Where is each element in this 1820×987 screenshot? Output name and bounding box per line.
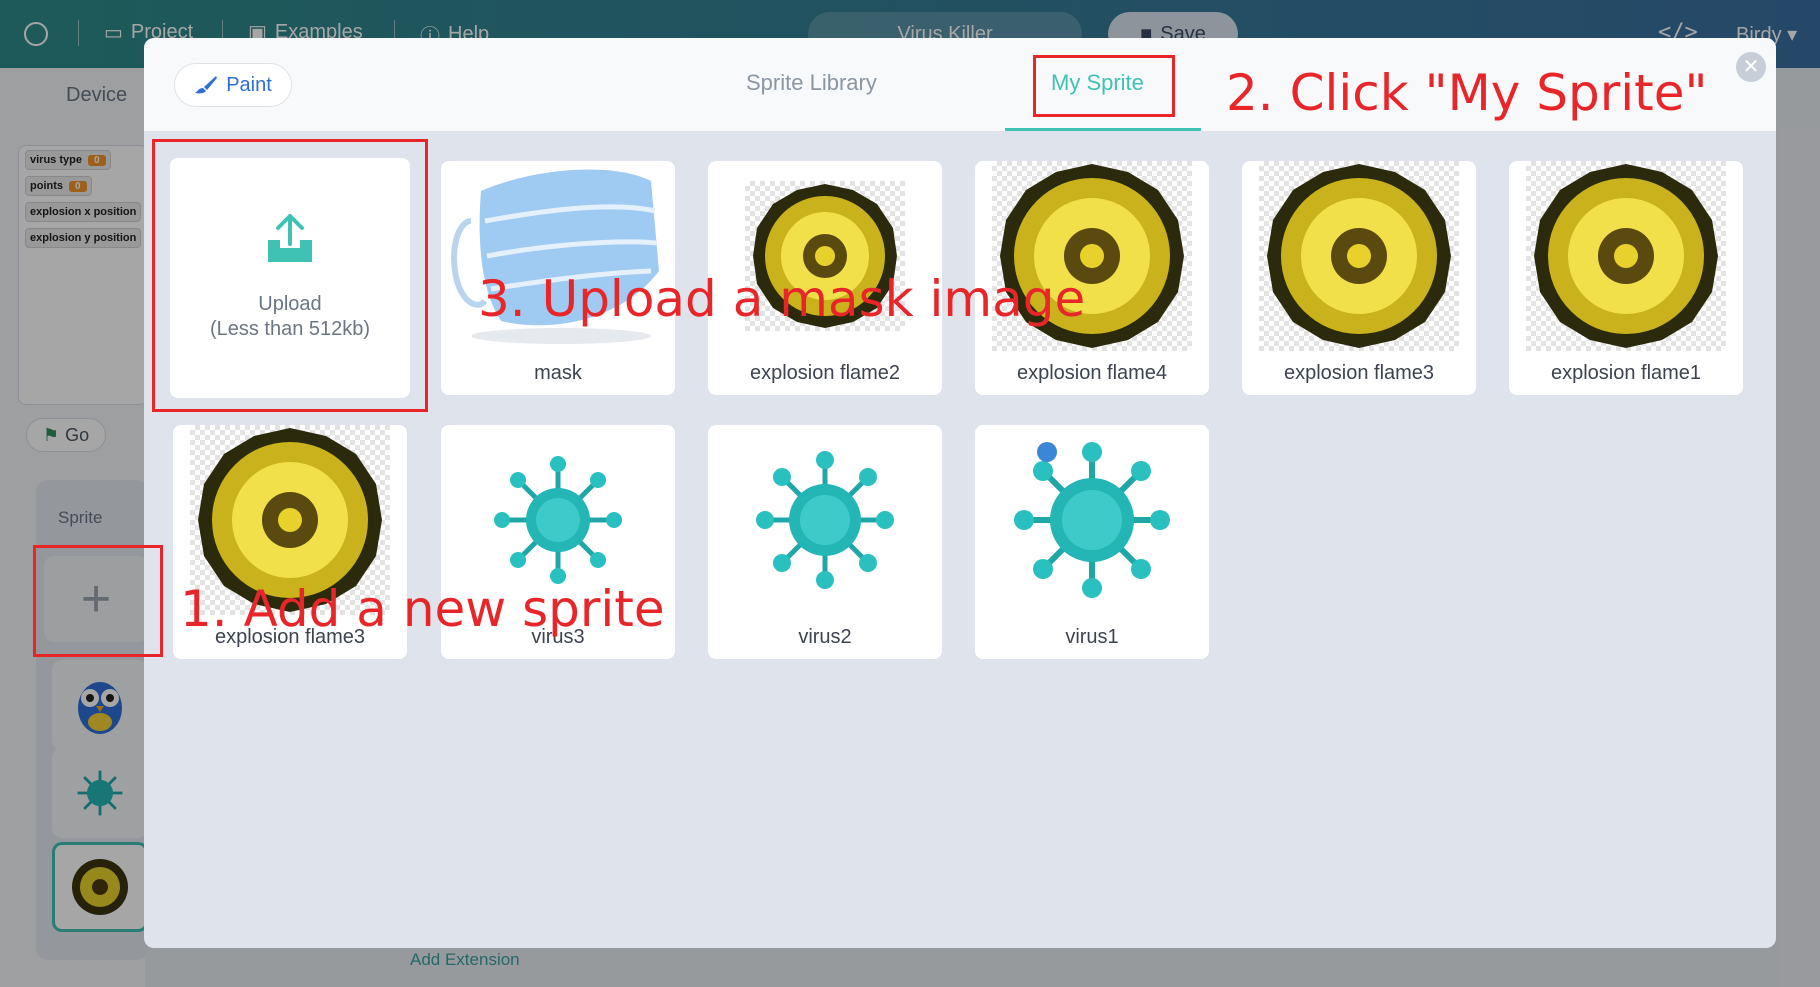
brush-icon — [195, 76, 218, 94]
sprite-name: virus1 — [1065, 626, 1119, 648]
sprite-name: explosion flame4 — [1016, 362, 1168, 384]
annotation-box-my-sprite — [1033, 55, 1175, 117]
sprite-tile-virus1[interactable]: virus1 — [975, 425, 1209, 659]
active-tab-indicator — [1005, 128, 1201, 131]
explosion-image — [1509, 161, 1743, 351]
sprite-tile-virus2[interactable]: virus2 — [708, 425, 942, 659]
virus-image — [975, 425, 1209, 615]
close-icon[interactable]: ✕ — [1736, 52, 1766, 82]
annotation-box-add-sprite — [33, 545, 163, 657]
annotation-step3: 3. Upload a mask image — [478, 270, 1086, 328]
sprite-name: mask — [534, 362, 582, 384]
sprite-name: explosion flame2 — [749, 362, 901, 384]
annotation-step1: 1. Add a new sprite — [180, 580, 665, 638]
annotation-step2: 2. Click "My Sprite" — [1226, 64, 1708, 122]
annotation-box-upload — [152, 139, 428, 412]
explosion-image — [1242, 161, 1476, 351]
sprite-tile-explosion-flame1[interactable]: explosion flame1 — [1509, 161, 1743, 395]
sprite-name: explosion flame1 — [1550, 362, 1702, 384]
tab-sprite-library[interactable]: Sprite Library — [746, 70, 877, 96]
sprite-tile-explosion-flame3[interactable]: explosion flame3 — [1242, 161, 1476, 395]
sprite-name: virus2 — [798, 626, 852, 648]
paint-label: Paint — [226, 73, 272, 96]
sprite-name: explosion flame3 — [1283, 362, 1435, 384]
paint-button[interactable]: Paint — [174, 63, 292, 107]
virus-image — [708, 425, 942, 615]
